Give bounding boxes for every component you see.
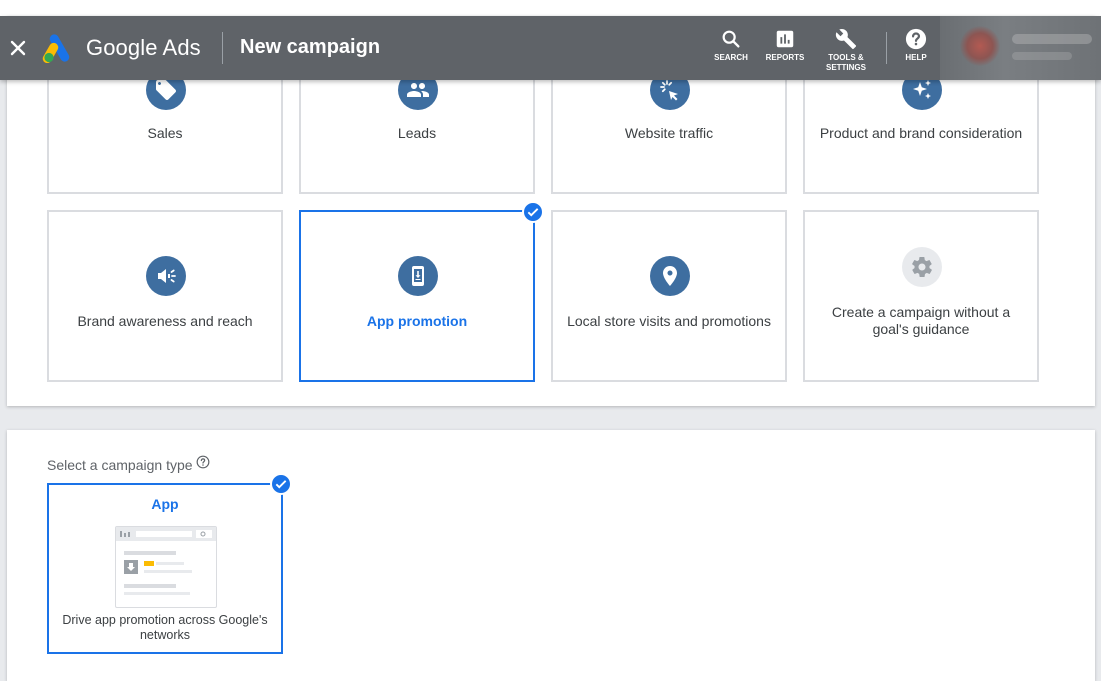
google-ads-logo-icon bbox=[42, 33, 76, 64]
account-id-redacted bbox=[1012, 52, 1072, 60]
goal-label: Brand awareness and reach bbox=[77, 313, 253, 329]
goal-card-website-traffic[interactable]: Website traffic bbox=[551, 60, 787, 194]
app-title: Google Ads bbox=[86, 35, 201, 60]
goal-label: Leads bbox=[397, 125, 437, 141]
section-label: Select a campaign type bbox=[47, 457, 193, 473]
avatar bbox=[960, 26, 1000, 66]
close-icon[interactable] bbox=[6, 36, 30, 60]
campaign-type-title: App bbox=[151, 496, 179, 512]
goal-label: Create a campaign without a goal's guida… bbox=[831, 304, 1011, 337]
account-switcher[interactable] bbox=[940, 16, 1101, 80]
goal-card-no-goal[interactable]: Create a campaign without a goal's guida… bbox=[803, 210, 1039, 382]
campaign-type-description: Drive app promotion across Google's netw… bbox=[62, 613, 268, 642]
selected-check-icon bbox=[522, 201, 544, 223]
gear-icon bbox=[902, 247, 942, 287]
search-icon bbox=[722, 30, 740, 48]
app-bar: Google Ads New campaign SEARCH REPORTS T… bbox=[0, 16, 1101, 80]
goal-card-brand-awareness[interactable]: Brand awareness and reach bbox=[47, 210, 283, 382]
app-ad-preview-illustration bbox=[115, 526, 217, 608]
reports-icon bbox=[776, 30, 794, 48]
reports-button[interactable]: REPORTS bbox=[764, 28, 806, 63]
location-pin-icon bbox=[650, 256, 690, 296]
tools-settings-button[interactable]: TOOLS & SETTINGS bbox=[822, 28, 870, 73]
goal-card-leads[interactable]: Leads bbox=[299, 60, 535, 194]
reports-label: REPORTS bbox=[765, 53, 805, 62]
settings-label: SETTINGS bbox=[825, 63, 866, 72]
goal-label: Local store visits and promotions bbox=[567, 313, 771, 329]
goal-card-product-brand[interactable]: Product and brand consideration bbox=[803, 60, 1039, 194]
page-title: New campaign bbox=[240, 36, 381, 58]
search-button[interactable]: SEARCH bbox=[712, 28, 750, 63]
account-name-redacted bbox=[1012, 34, 1092, 44]
goal-label: App promotion bbox=[366, 313, 468, 329]
top-strip bbox=[0, 0, 1101, 16]
goal-label: Sales bbox=[147, 125, 183, 141]
help-circle-icon[interactable] bbox=[196, 455, 210, 474]
phone-download-icon bbox=[398, 256, 438, 296]
tools-label: TOOLS & bbox=[828, 53, 864, 62]
goal-label: Website traffic bbox=[624, 125, 714, 141]
header-divider-right bbox=[886, 32, 887, 64]
help-button[interactable]: HELP bbox=[900, 28, 932, 63]
search-label: SEARCH bbox=[714, 53, 748, 62]
header-divider bbox=[222, 32, 223, 64]
help-icon bbox=[905, 28, 927, 50]
goal-card-sales[interactable]: Sales bbox=[47, 60, 283, 194]
goal-card-app-promotion[interactable]: App promotion bbox=[299, 210, 535, 382]
goal-label: Product and brand consideration bbox=[819, 125, 1023, 141]
goal-card-local-store[interactable]: Local store visits and promotions bbox=[551, 210, 787, 382]
wrench-icon bbox=[835, 29, 857, 50]
campaign-type-card-app[interactable]: App Drive app promotion across Google's … bbox=[47, 483, 283, 654]
help-label: HELP bbox=[905, 53, 927, 62]
megaphone-icon bbox=[146, 256, 186, 296]
selected-check-icon bbox=[270, 473, 292, 495]
